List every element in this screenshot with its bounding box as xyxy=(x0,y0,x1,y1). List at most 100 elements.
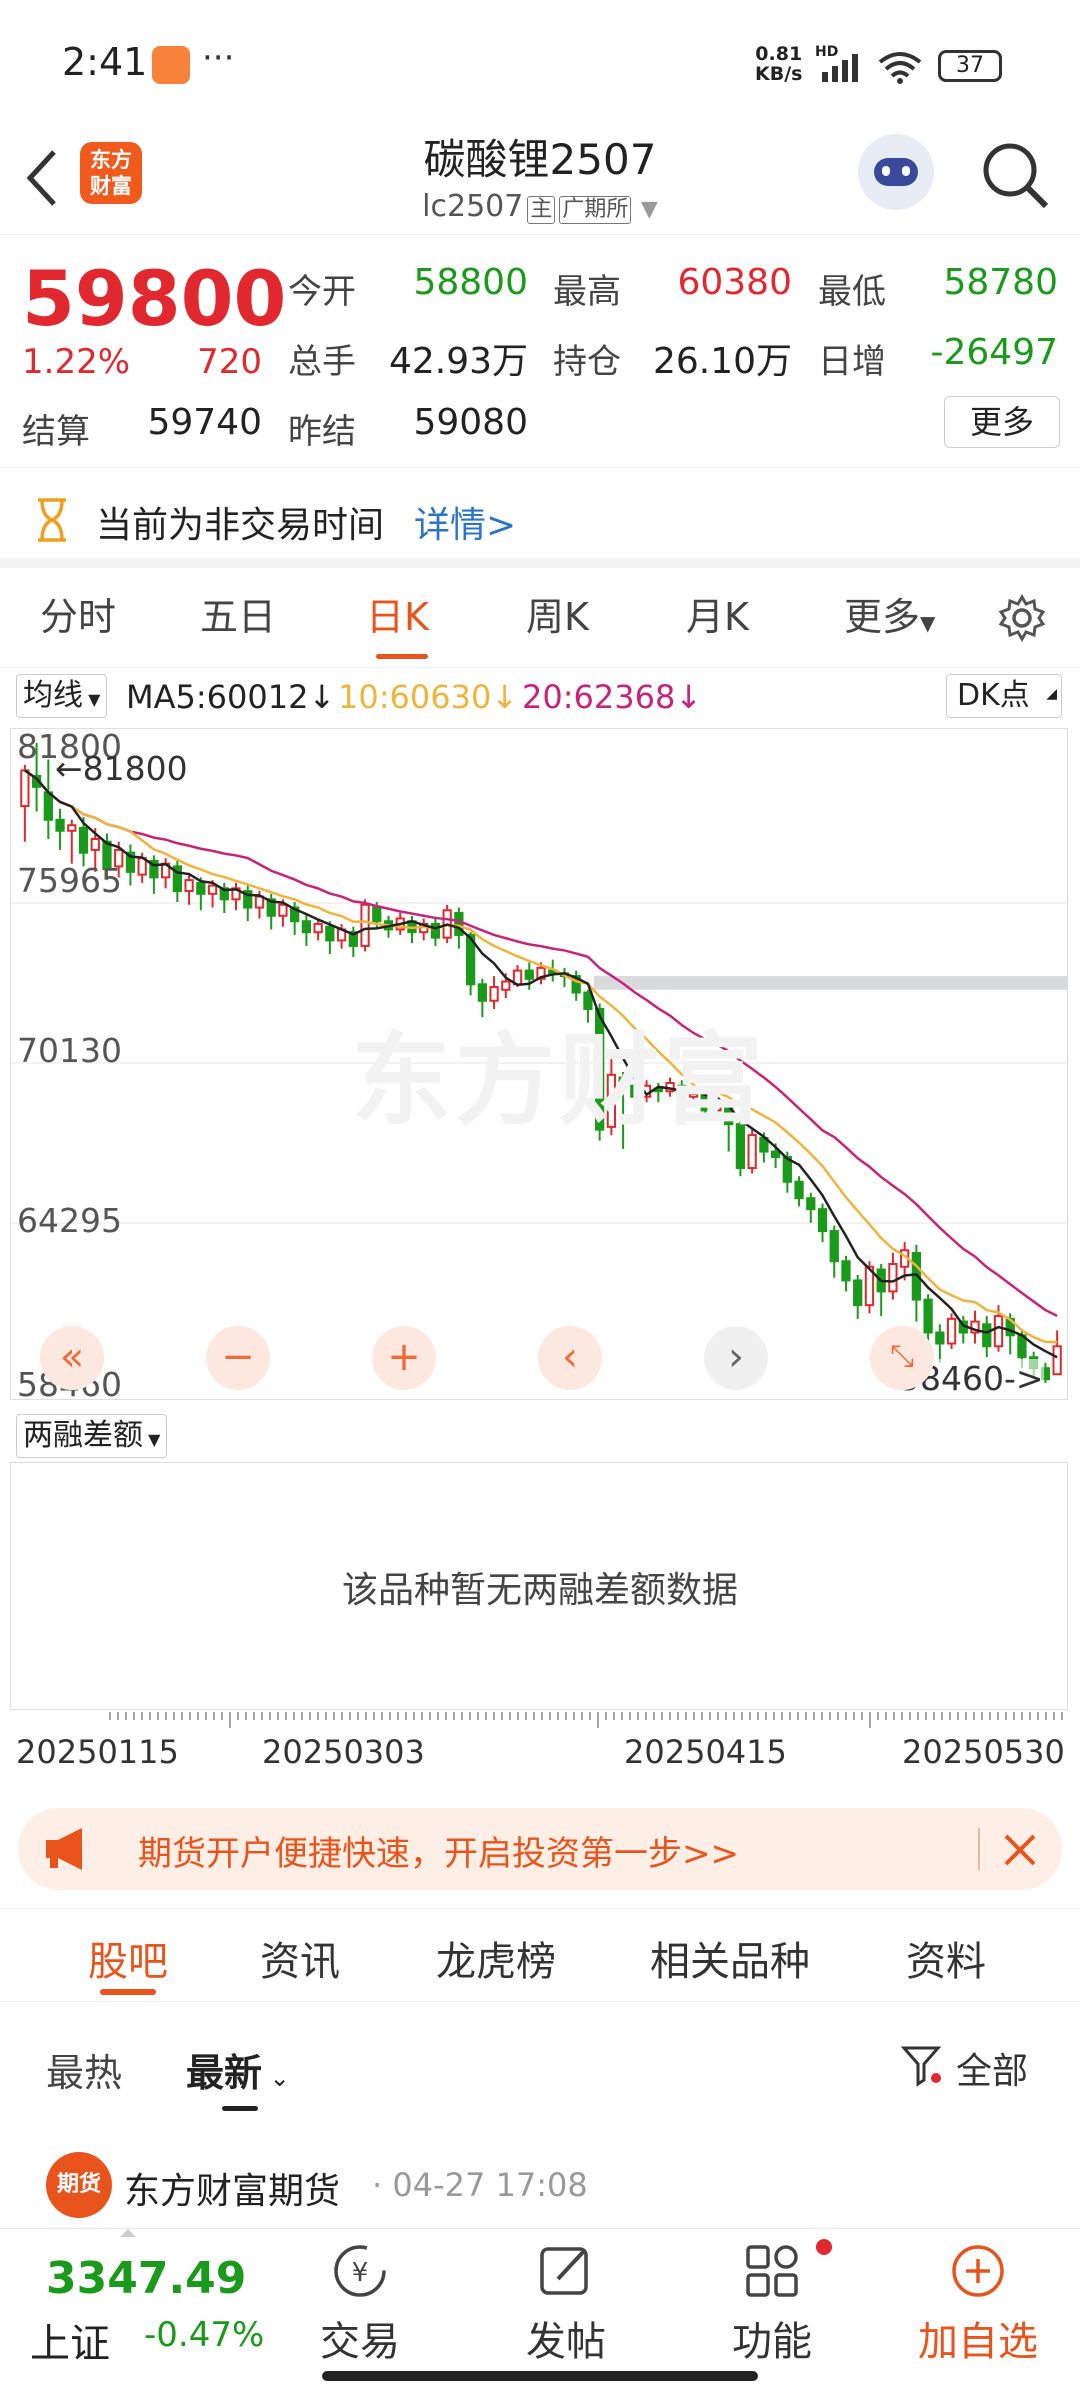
candle-body xyxy=(794,1180,804,1200)
post-author: 东方财富期货 xyxy=(124,2171,341,2212)
nav-add-label: 加自选 xyxy=(918,2319,1038,2365)
y-tick-label: 70130 xyxy=(17,1031,122,1070)
tab-profile[interactable]: 资料 xyxy=(906,1929,986,1987)
tab-related[interactable]: 相关品种 xyxy=(650,1929,810,1987)
high-label: 最高 xyxy=(553,272,621,312)
filter-all[interactable]: 全部 xyxy=(956,2042,1028,2094)
x-tick-label: 20250115 xyxy=(16,1733,179,1771)
nav-post[interactable]: 发帖 xyxy=(506,2241,626,2367)
prev-settle-label: 昨结 xyxy=(288,412,356,452)
candle-body xyxy=(67,824,77,832)
candle-body xyxy=(993,1315,1004,1348)
index-value[interactable]: 3347.49 xyxy=(46,2253,246,2304)
nav-function[interactable]: 功能 xyxy=(712,2239,832,2367)
tab-stock-bar[interactable]: 股吧 xyxy=(88,1929,168,1987)
nav-add-watchlist[interactable]: 加自选 xyxy=(918,2241,1038,2367)
candle-body xyxy=(853,1279,863,1307)
ma-selector[interactable]: 均线 ▼ xyxy=(16,674,108,718)
candle-body xyxy=(184,879,194,893)
zoom-in-icon[interactable]: + xyxy=(372,1326,436,1390)
more-button[interactable]: 更多 xyxy=(944,396,1060,448)
close-icon[interactable] xyxy=(1000,1830,1040,1870)
candle-body xyxy=(935,1331,945,1345)
fullscreen-icon[interactable]: ⤡ xyxy=(870,1326,934,1390)
candle-body xyxy=(43,791,53,821)
contract-code: lc2507 xyxy=(422,189,524,224)
tab-daily-k[interactable]: 日K xyxy=(366,578,429,656)
search-icon[interactable] xyxy=(980,140,1050,210)
zoom-out-icon[interactable]: − xyxy=(206,1326,270,1390)
tab-news[interactable]: 资讯 xyxy=(260,1929,340,1987)
caret-down-icon: ▼ xyxy=(83,690,101,709)
volume-value: 42.93万 xyxy=(388,341,528,382)
tab-five-day[interactable]: 五日 xyxy=(200,578,276,656)
daily-increase-value: -26497 xyxy=(930,332,1058,373)
candle-body xyxy=(770,1150,781,1159)
back-arrow-icon[interactable] xyxy=(22,148,62,208)
candle-body xyxy=(806,1197,816,1211)
expand-arrow-icon[interactable] xyxy=(120,2229,136,2237)
home-indicator[interactable] xyxy=(322,2371,758,2381)
nav-function-label: 功能 xyxy=(732,2319,812,2365)
open-value: 58800 xyxy=(413,262,528,303)
tab-more[interactable]: 更多▼ xyxy=(844,578,935,662)
tab-intraday[interactable]: 分时 xyxy=(40,578,116,656)
kline-chart[interactable]: 东方财富 81800 75965 70130 64295 58460 ←8180… xyxy=(10,727,1069,1404)
dk-point-selector[interactable]: DK点 ◢ xyxy=(946,674,1062,718)
candle-body xyxy=(313,922,323,934)
divider xyxy=(978,1828,980,1870)
candle-body xyxy=(817,1208,828,1233)
assistant-avatar[interactable] xyxy=(858,134,934,210)
feed-filters: 最热 最新 ⌄ 全部 xyxy=(0,2002,1080,2122)
gear-icon[interactable] xyxy=(998,594,1046,642)
quote-panel: 59800 1.22% 720 今开 58800 最高 60380 最低 587… xyxy=(0,236,1080,468)
margin-empty-box: 该品种暂无两融差额数据 xyxy=(10,1462,1068,1710)
ma-indicator-bar: 均线 ▼ MA5:60012↓ 10:60630↓ 20:62368↓ DK点 ◢ xyxy=(0,668,1080,728)
candle-body xyxy=(278,903,288,917)
nav-post-label: 发帖 xyxy=(526,2319,606,2365)
post-item[interactable]: 期货 东方财富期货 · 04-27 17:08 xyxy=(0,2140,1080,2230)
active-tab-indicator xyxy=(376,654,428,659)
open-label: 今开 xyxy=(288,272,356,312)
last-price: 59800 xyxy=(22,254,287,343)
candle-body xyxy=(55,818,65,832)
svg-text:¥: ¥ xyxy=(352,2258,369,2288)
corner-caret-icon: ◢ xyxy=(1046,686,1057,702)
battery-level: 37 xyxy=(956,53,984,78)
promo-banner[interactable]: 期货开户便捷快速，开启投资第一步>> xyxy=(18,1808,1062,1890)
candle-body xyxy=(20,769,30,808)
low-value: 58780 xyxy=(943,262,1058,303)
candle-body xyxy=(946,1317,957,1345)
candle-body xyxy=(325,925,335,942)
tab-dragon-tiger[interactable]: 龙虎榜 xyxy=(436,1929,556,1987)
filter-newest[interactable]: 最新 ⌄ xyxy=(186,2042,290,2097)
open-interest-label: 持仓 xyxy=(553,342,621,382)
filter-hottest[interactable]: 最热 xyxy=(46,2042,122,2097)
scroll-left-icon[interactable]: ‹ xyxy=(538,1326,602,1390)
dropdown-caret-icon[interactable]: ▼ xyxy=(641,197,658,222)
ma-selector-label: 均线 xyxy=(23,678,83,713)
empty-message: 该品种暂无两融差额数据 xyxy=(341,1570,738,1611)
candle-body xyxy=(841,1260,851,1282)
high-value: 60380 xyxy=(677,262,792,303)
resistance-band xyxy=(593,976,1067,990)
x-tick-label: 20250530 xyxy=(902,1733,1065,1771)
app-logo: 东方 财富 xyxy=(80,142,142,204)
filter-icon[interactable] xyxy=(900,2044,944,2088)
ma10-value: 10:60630↓ xyxy=(338,678,519,716)
top-nav: 碳酸锂2507 lc2507 主广期所 ▼ xyxy=(0,120,1080,235)
nav-trade-label: 交易 xyxy=(320,2319,400,2365)
sub-indicator-selector[interactable]: 两融差额 ▼ xyxy=(16,1414,168,1458)
tab-monthly-k[interactable]: 月K xyxy=(686,578,749,656)
notice-detail-link[interactable]: 详情> xyxy=(414,496,516,548)
trade-icon: ¥ xyxy=(334,2245,386,2297)
more-notifications-icon: ··· xyxy=(202,38,235,78)
tab-more-label: 更多 xyxy=(844,595,921,639)
rewind-icon[interactable]: « xyxy=(40,1326,104,1390)
candle-body xyxy=(923,1298,933,1334)
tab-weekly-k[interactable]: 周K xyxy=(526,578,589,656)
net-speed: 0.81 KB/s xyxy=(755,43,803,85)
y-tick-label: 75965 xyxy=(17,861,122,900)
nav-trade[interactable]: ¥ 交易 xyxy=(300,2241,420,2367)
scroll-right-icon[interactable]: › xyxy=(704,1326,768,1390)
